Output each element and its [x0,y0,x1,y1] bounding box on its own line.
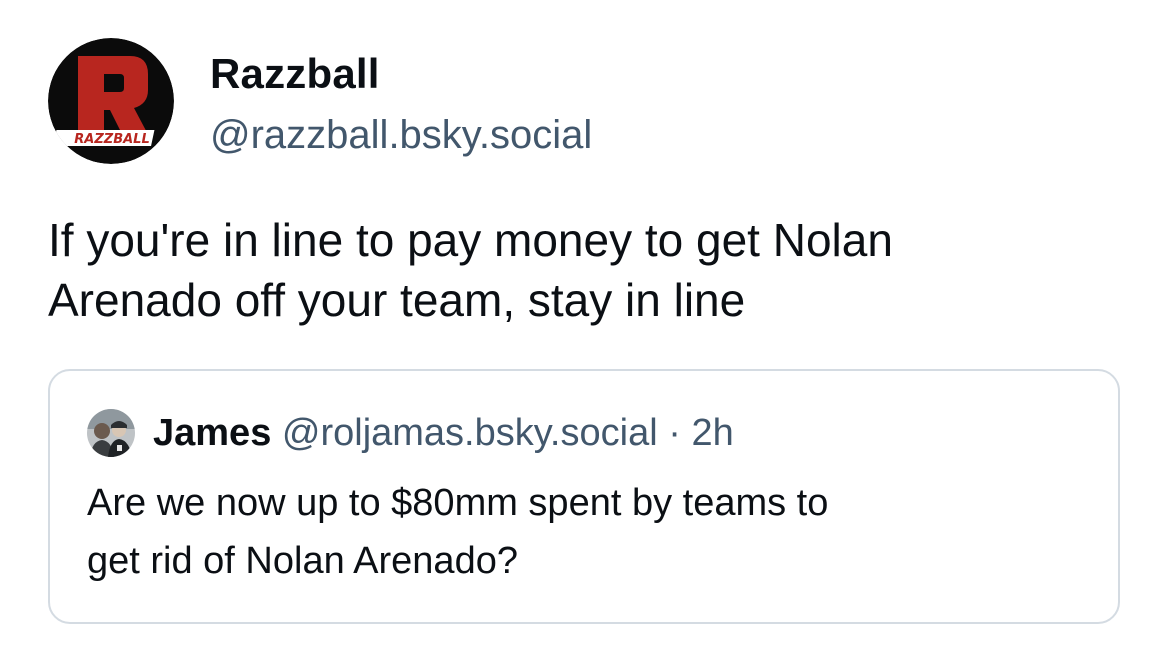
author-display-name[interactable]: Razzball [210,50,380,98]
quoted-post-card[interactable]: James @roljamas.bsky.social · 2h Are we … [48,369,1120,624]
post-text-line: If you're in line to pay money to get No… [48,214,893,266]
post-text: If you're in line to pay money to get No… [48,210,1128,330]
quote-text-line: get rid of Nolan Arenado? [87,540,518,582]
quote-text: Are we now up to $80mm spent by teams to… [87,474,1087,590]
quote-header: James @roljamas.bsky.social · 2h [153,409,734,457]
quote-author-avatar[interactable] [87,409,135,457]
quote-separator: · [668,412,681,454]
razzball-logo-icon: RAZZBALL [48,38,174,164]
avatar-wordmark: RAZZBALL [74,132,149,147]
quote-author-name[interactable]: James [153,412,271,454]
quote-author-handle[interactable]: @roljamas.bsky.social [282,412,658,454]
quote-text-line: Are we now up to $80mm spent by teams to [87,482,829,524]
author-avatar[interactable]: RAZZBALL [48,38,174,164]
user-photo-avatar-icon [87,409,135,457]
quote-timestamp[interactable]: 2h [691,412,733,454]
post-text-line: Arenado off your team, stay in line [48,274,746,326]
post: RAZZBALL Razzball @razzball.bsky.social … [0,0,1170,654]
author-handle[interactable]: @razzball.bsky.social [210,112,592,158]
